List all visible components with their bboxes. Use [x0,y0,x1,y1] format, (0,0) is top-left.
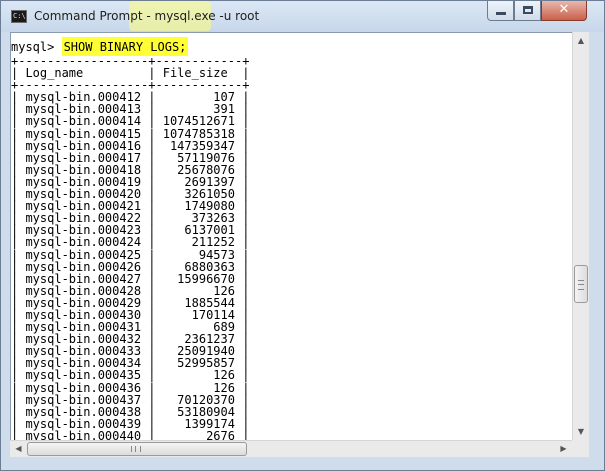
grip-icon [578,280,584,290]
maximize-button[interactable] [514,1,541,21]
grip-icon [131,446,141,452]
horizontal-scroll-thumb[interactable] [27,442,247,456]
scroll-up-icon[interactable]: ▲ [573,32,589,49]
maximize-icon [523,6,533,14]
close-icon: ✕ [558,2,570,17]
result-table-text: +------------------+------------+ | Log_… [11,55,249,440]
minimize-button[interactable] [487,1,514,21]
scrollbar-corner [572,440,589,457]
table-row: | mysql-bin.000440 | 2676 | [11,428,250,440]
horizontal-scrollbar[interactable]: ◀ ▶ [10,440,572,457]
title-bar[interactable]: C:\. Command Prompt - mysql.exe -u root … [1,1,604,32]
close-button[interactable]: ✕ [541,1,587,21]
mysql-prompt: mysql> [11,40,62,54]
vertical-scroll-thumb[interactable] [574,265,588,303]
command-line: mysql> SHOW BINARY LOGS; [11,37,189,56]
scroll-left-icon[interactable]: ◀ [10,441,27,457]
console-output[interactable]: mysql> SHOW BINARY LOGS; +--------------… [10,32,572,440]
scroll-down-icon[interactable]: ▼ [573,423,589,440]
vertical-scrollbar[interactable]: ▲ ▼ [572,32,589,440]
command-prompt-icon[interactable]: C:\. [11,10,27,23]
scroll-right-icon[interactable]: ▶ [555,441,572,457]
minimize-icon [496,12,506,15]
command-prompt-window: C:\. Command Prompt - mysql.exe -u root … [0,0,605,471]
window-title: Command Prompt - mysql.exe -u root [34,9,260,23]
